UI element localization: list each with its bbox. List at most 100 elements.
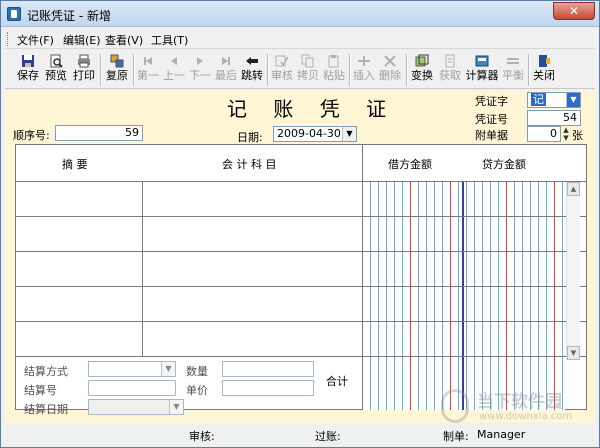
calculator-icon [475,55,489,67]
paste-label: 粘贴 [323,69,345,82]
scroll-up-icon[interactable]: ▲ [567,182,580,196]
grid-row-line [16,251,586,252]
restore-button[interactable]: 复原 [104,52,130,88]
print-icon [78,54,90,68]
copy-icon [301,54,314,68]
attachment-unit: 张 [572,129,583,142]
save-icon [22,55,34,67]
watermark-logo-icon [441,389,469,423]
calculator-label: 计算器 [465,69,499,82]
chevron-down-icon[interactable]: ▼ [342,127,356,141]
title-bar[interactable]: 记账凭证 - 新增 ✕ [1,1,599,27]
toolbar-separator [133,54,135,86]
credit-column-header: 贷方金额 [482,158,526,171]
previous-icon [171,57,177,65]
save-button[interactable]: 保存 [15,52,41,88]
chevron-down-icon[interactable]: ▼ [161,362,175,376]
paste-icon [328,55,339,68]
chevron-down-icon[interactable]: ▼ [169,400,183,414]
voucher-number-value: 54 [563,111,577,124]
copy-button[interactable]: 拷贝 [296,52,320,88]
transform-button[interactable]: 变换 [409,52,435,88]
transform-icon [415,54,429,67]
save-label: 保存 [17,69,39,82]
paste-button[interactable]: 粘贴 [322,52,346,88]
grid-header-line [16,181,586,182]
next-label: 下一 [189,69,211,82]
preview-button[interactable]: 预览 [43,52,69,88]
settlement-method-select[interactable]: ▼ [88,361,176,377]
insert-row-button[interactable]: 插入 [352,52,376,88]
calculator-button[interactable]: 计算器 [465,52,499,88]
close-button[interactable]: 关闭 [531,52,557,88]
voucher-number-label: 凭证号 [475,113,508,126]
fetch-label: 获取 [439,69,461,82]
unit-price-label: 单价 [186,384,208,397]
voucher-type-select[interactable]: 记 ▼ [527,92,581,108]
first-icon [144,57,152,65]
quantity-label: 数量 [186,365,208,378]
print-button[interactable]: 打印 [71,52,97,88]
balance-button[interactable]: 平衡 [501,52,525,88]
jump-label: 跳转 [241,69,263,82]
quantity-field[interactable] [222,361,314,377]
copy-label: 拷贝 [297,69,319,82]
toolbar: 保存 预览 打印 复原 第一 上一 下一 最后 跳转 审核 拷贝 粘贴 插入 删… [5,51,595,89]
balance-icon [507,58,519,64]
insert-icon [358,56,370,66]
attachment-count-value: 0 [550,127,557,140]
menu-view[interactable]: 查看(V) [105,32,143,48]
voucher-type-label: 凭证字 [475,95,508,108]
voucher-entry-grid: 摘 要 会 计 科 目 借方金额 贷方金额 ▲ ▼ 结算方式 ▼ 结算号 结算日… [15,144,587,416]
watermark: 当下软件园 www.downxia.com [441,385,591,431]
date-value: 2009-04-30 [277,127,341,140]
audit-icon [275,55,289,67]
debit-column-header: 借方金额 [388,158,432,171]
unit-price-field[interactable] [222,380,314,396]
voucher-window: 记账凭证 - 新增 ✕ 文件(F) 编辑(E) 查看(V) 工具(T) 保存 预… [0,0,600,448]
chevron-down-icon[interactable]: ▼ [566,93,580,107]
restore-icon [110,54,124,68]
sequence-field[interactable]: 59 [55,125,143,141]
grid-col-line [362,145,363,409]
watermark-url: www.downxia.com [479,411,573,422]
scroll-down-icon[interactable]: ▼ [567,346,580,360]
delete-icon [384,55,396,67]
sequence-label: 顺序号: [13,129,50,142]
settlement-date-label: 结算日期 [24,403,68,416]
fetch-button[interactable]: 获取 [437,52,463,88]
voucher-title: 记 账 凭 证 [227,97,397,121]
close-window-button[interactable]: ✕ [553,2,595,20]
menu-tools[interactable]: 工具(T) [151,32,188,48]
last-label: 最后 [215,69,237,82]
date-label: 日期: [237,131,263,144]
spin-updown-icon[interactable]: ▲ ▼ [561,126,571,142]
settlement-number-field[interactable] [88,380,176,396]
toolbar-separator [267,54,269,86]
first-button[interactable]: 第一 [136,52,160,88]
insert-label: 插入 [353,69,375,82]
date-picker[interactable]: 2009-04-30 ▼ [273,126,357,142]
print-label: 打印 [73,69,95,82]
balance-label: 平衡 [502,69,524,82]
menu-edit[interactable]: 编辑(E) [63,32,101,48]
grid-vertical-scrollbar[interactable]: ▲ ▼ [566,182,580,360]
voucher-number-field[interactable]: 54 [527,110,581,126]
attachment-label: 附单据 [475,129,508,142]
previous-button[interactable]: 上一 [162,52,186,88]
delete-label: 删除 [379,69,401,82]
last-button[interactable]: 最后 [214,52,238,88]
grid-row-line [16,321,586,322]
menu-file[interactable]: 文件(F) [17,32,54,48]
audit-button[interactable]: 审核 [270,52,294,88]
attachment-count-field[interactable]: 0 [527,126,561,142]
jump-icon [246,57,258,65]
voucher-type-value: 记 [531,93,546,106]
next-button[interactable]: 下一 [188,52,212,88]
sequence-value: 59 [125,126,139,139]
delete-row-button[interactable]: 删除 [378,52,402,88]
audit-label: 审核 [271,69,293,82]
jump-button[interactable]: 跳转 [240,52,264,88]
settlement-date-picker[interactable]: ▼ [88,399,184,415]
next-icon [197,57,203,65]
